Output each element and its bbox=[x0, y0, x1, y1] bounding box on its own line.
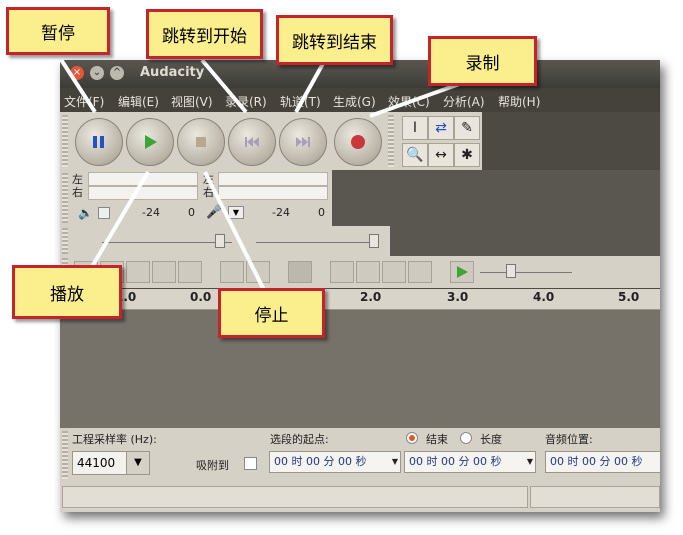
callout-pause: 暂停 bbox=[6, 7, 110, 55]
callout-skip-end: 跳转到结束 bbox=[276, 15, 393, 65]
callout-skip-start: 跳转到开始 bbox=[146, 9, 263, 59]
callout-play: 播放 bbox=[12, 265, 122, 319]
callout-stop: 停止 bbox=[218, 288, 325, 338]
callout-record: 录制 bbox=[428, 36, 537, 86]
